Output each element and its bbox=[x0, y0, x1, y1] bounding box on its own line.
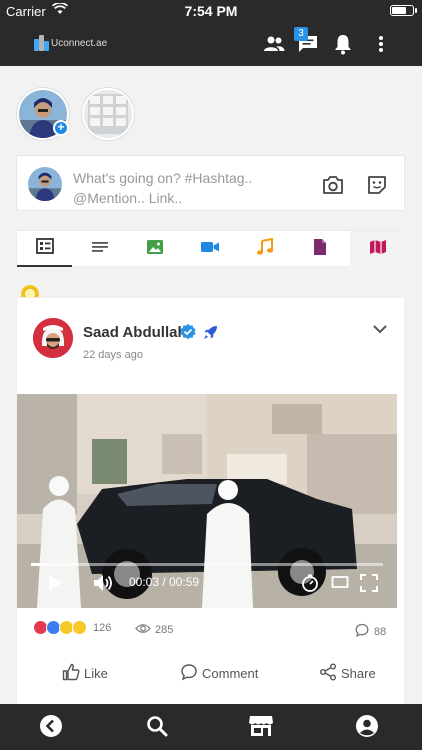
reactions-summary[interactable]: 126 bbox=[33, 620, 111, 635]
video-player[interactable]: 00:03 / 00:59 bbox=[17, 394, 397, 608]
tab-image[interactable] bbox=[127, 231, 182, 267]
comment-button[interactable]: Comment bbox=[180, 663, 258, 684]
tab-text[interactable] bbox=[72, 231, 127, 267]
comment-icon bbox=[180, 663, 202, 684]
battery-icon bbox=[390, 5, 417, 16]
playback-speed-icon[interactable] bbox=[301, 574, 319, 597]
post-timestamp: 22 days ago bbox=[83, 349, 143, 361]
clock: 7:54 PM bbox=[184, 3, 238, 19]
share-label: Share bbox=[341, 666, 376, 681]
reaction-count: 126 bbox=[93, 621, 112, 634]
bottom-navigation bbox=[0, 704, 422, 750]
video-progress[interactable] bbox=[31, 563, 383, 566]
comment-bubble-icon bbox=[355, 623, 369, 640]
rocket-icon bbox=[203, 325, 218, 345]
more-vertical-icon[interactable] bbox=[369, 32, 393, 56]
verified-icon bbox=[179, 323, 197, 346]
profile-icon[interactable] bbox=[355, 714, 379, 743]
logo-text: Uconnect.ae bbox=[51, 37, 108, 49]
post-type-tabs bbox=[16, 230, 405, 267]
top-navigation: Uconnect.ae bbox=[0, 22, 422, 66]
tab-map[interactable] bbox=[350, 231, 405, 267]
logo-mark-icon bbox=[34, 35, 49, 51]
add-story-icon[interactable]: + bbox=[53, 120, 69, 136]
tab-music[interactable] bbox=[237, 231, 292, 267]
store-icon[interactable] bbox=[248, 714, 274, 743]
map-icon bbox=[369, 239, 387, 260]
comments-value: 88 bbox=[374, 625, 387, 638]
fullscreen-icon[interactable] bbox=[360, 574, 378, 597]
comments-count[interactable]: 88 bbox=[355, 623, 386, 640]
video-controls: 00:03 / 00:59 bbox=[17, 560, 397, 608]
theater-mode-icon[interactable] bbox=[331, 574, 349, 595]
camera-icon[interactable] bbox=[321, 174, 345, 201]
views-value: 285 bbox=[155, 624, 174, 636]
views-count: 285 bbox=[135, 623, 173, 637]
video-progress-fill bbox=[31, 563, 49, 566]
sticker-icon[interactable] bbox=[365, 173, 389, 202]
search-icon[interactable] bbox=[145, 714, 169, 743]
play-icon[interactable] bbox=[47, 574, 63, 597]
like-button[interactable]: Like bbox=[62, 663, 108, 684]
file-icon bbox=[313, 238, 327, 261]
composer-avatar bbox=[28, 167, 62, 201]
music-icon bbox=[256, 237, 274, 261]
post-card: Saad Abdullah 22 days ago 00:03 / 00:59 … bbox=[16, 297, 405, 707]
like-label: Like bbox=[84, 666, 108, 681]
tab-video[interactable] bbox=[182, 231, 237, 267]
volume-icon[interactable] bbox=[93, 574, 113, 597]
share-button[interactable]: Share bbox=[319, 663, 376, 684]
people-icon[interactable] bbox=[262, 32, 286, 56]
status-bar: Carrier 7:54 PM bbox=[0, 0, 422, 22]
composer-input[interactable]: What's going on? #Hashtag.. @Mention.. L… bbox=[73, 168, 315, 208]
comment-label: Comment bbox=[202, 666, 259, 681]
eye-icon bbox=[135, 623, 151, 637]
tab-feed[interactable] bbox=[17, 231, 72, 267]
share-icon bbox=[319, 663, 341, 684]
chevron-down-icon[interactable] bbox=[372, 322, 388, 340]
tab-file[interactable] bbox=[292, 231, 347, 267]
story-avatar[interactable] bbox=[82, 88, 134, 140]
chat-badge: 3 bbox=[294, 27, 308, 41]
video-time: 00:03 / 00:59 bbox=[129, 575, 200, 589]
image-icon bbox=[146, 239, 164, 260]
post-composer[interactable]: What's going on? #Hashtag.. @Mention.. L… bbox=[16, 155, 405, 211]
author-name[interactable]: Saad Abdullah bbox=[83, 324, 187, 341]
thumbs-up-icon bbox=[62, 663, 84, 684]
video-icon bbox=[200, 240, 220, 259]
bell-icon[interactable] bbox=[331, 32, 355, 56]
author-avatar[interactable] bbox=[33, 318, 73, 358]
feed-icon bbox=[35, 237, 54, 259]
wow-reaction-icon bbox=[72, 620, 87, 635]
text-icon bbox=[91, 240, 109, 259]
back-icon[interactable] bbox=[39, 714, 63, 743]
app-logo[interactable]: Uconnect.ae bbox=[34, 35, 107, 51]
